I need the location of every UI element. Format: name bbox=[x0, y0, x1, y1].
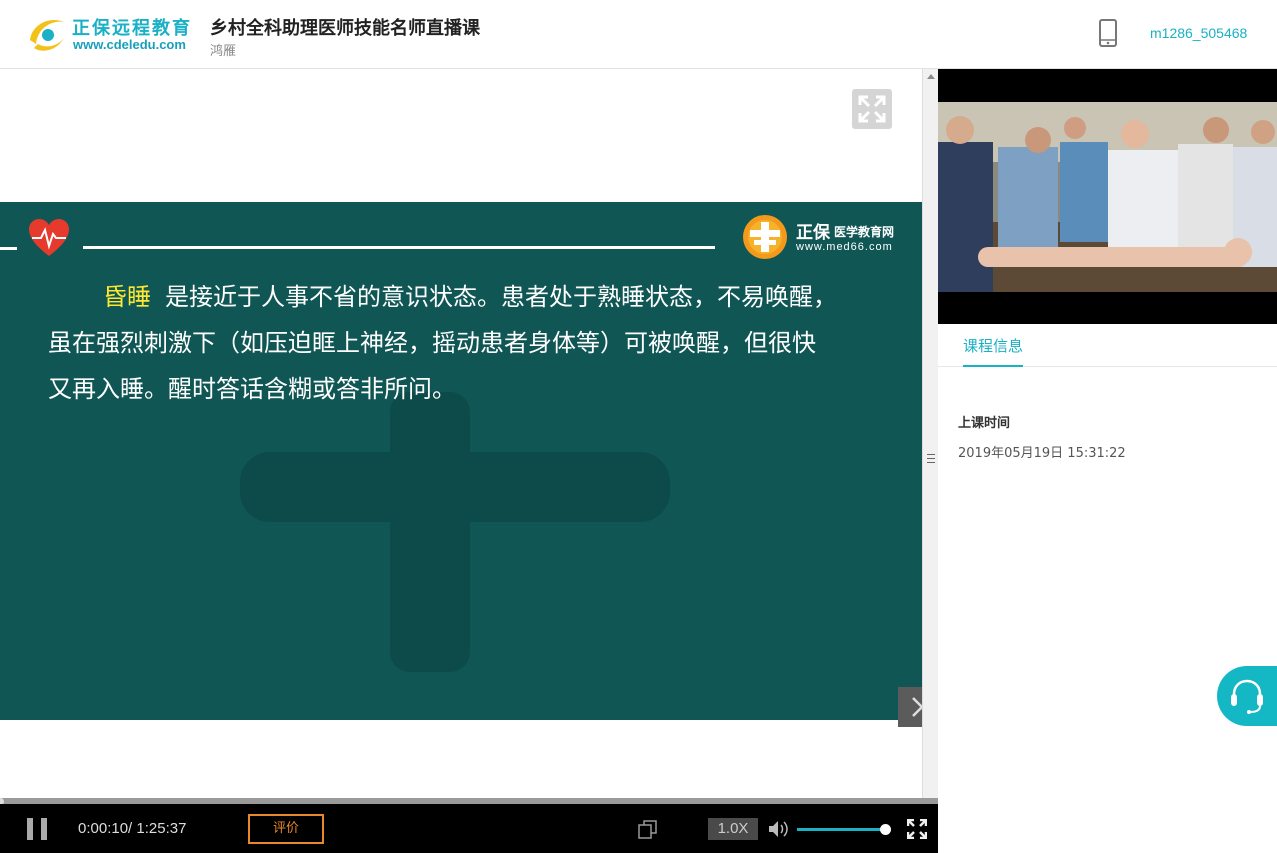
header: 正保远程教育 www.cdeledu.com 乡村全科助理医师技能名师直播课 鸿… bbox=[0, 0, 1277, 69]
video-frame bbox=[938, 102, 1277, 292]
logo-icon bbox=[30, 20, 64, 51]
slide-line-2: 虽在强烈刺激下（如压迫眶上神经，摇动患者身体等）可被唤醒，但很快 bbox=[48, 329, 816, 357]
slide-divider bbox=[0, 247, 17, 250]
heart-icon bbox=[29, 219, 69, 256]
pause-icon bbox=[27, 818, 33, 840]
speed-button[interactable]: 1.0X bbox=[708, 818, 758, 840]
tab-course-info[interactable]: 课程信息 bbox=[963, 335, 1024, 367]
app-window: 正保远程教育 www.cdeledu.com 乡村全科助理医师技能名师直播课 鸿… bbox=[0, 0, 1277, 853]
med66-logo: 正保 医学教育网 www.med66.com bbox=[742, 214, 914, 260]
volume-level bbox=[797, 828, 880, 831]
courseware-panel: 正保 医学教育网 www.med66.com 昏睡 是接近于人事不省的意识状态。患… bbox=[0, 69, 936, 799]
start-time-label: 上课时间 bbox=[958, 416, 1011, 431]
brand-logo[interactable]: 正保远程教育 www.cdeledu.com bbox=[26, 12, 196, 58]
expand-icon bbox=[858, 95, 886, 123]
scroll-up-arrow[interactable] bbox=[927, 74, 935, 79]
med66-brand-a: 正保 bbox=[796, 223, 830, 243]
med66-brand-b: 医学教育网 bbox=[834, 225, 895, 239]
med66-url: www.med66.com bbox=[796, 241, 893, 253]
current-time: 0:00:10/ bbox=[78, 820, 133, 837]
watermark-logo bbox=[240, 392, 670, 672]
total-time: 1:25:37 bbox=[136, 820, 187, 837]
rate-button[interactable]: 评价 bbox=[248, 814, 324, 844]
teacher-name: 鸿雁 bbox=[210, 44, 237, 59]
brand-url: www.cdeledu.com bbox=[73, 37, 186, 52]
med66-logo-icon bbox=[743, 215, 787, 259]
phone-icon[interactable] bbox=[1098, 19, 1118, 47]
slide-term: 昏睡 bbox=[103, 283, 151, 311]
side-panel: 课程信息 上课时间 2019年05月19日 15:31:22 bbox=[938, 69, 1277, 853]
fullscreen-icon[interactable] bbox=[907, 819, 927, 839]
volume-knob[interactable] bbox=[880, 824, 891, 835]
start-time-value: 2019年05月19日 15:31:22 bbox=[958, 446, 1126, 461]
pause-button[interactable] bbox=[27, 818, 49, 840]
slide-line-1: 是接近于人事不省的意识状态。患者处于熟睡状态，不易唤醒， bbox=[165, 283, 837, 311]
slide-text: 昏睡 是接近于人事不省的意识状态。患者处于熟睡状态，不易唤醒， 虽在强烈刺激下（如… bbox=[48, 274, 898, 412]
username-link[interactable]: m1286_505468 bbox=[1150, 25, 1247, 41]
pause-icon bbox=[41, 818, 47, 840]
scrollbar[interactable] bbox=[922, 69, 938, 799]
player-controls: 0:00:10/ 1:25:37 评价 1.0X bbox=[0, 804, 938, 853]
expand-slide-button[interactable] bbox=[852, 89, 892, 129]
course-title: 乡村全科助理医师技能名师直播课 bbox=[210, 18, 480, 39]
slide: 正保 医学教育网 www.med66.com 昏睡 是接近于人事不省的意识状态。患… bbox=[0, 202, 922, 720]
teacher-video[interactable] bbox=[938, 69, 1277, 324]
headset-icon bbox=[1231, 679, 1263, 714]
copy-icon[interactable] bbox=[638, 820, 658, 840]
customer-service-button[interactable] bbox=[1217, 666, 1277, 726]
playback-time: 0:00:10/ 1:25:37 bbox=[78, 820, 186, 837]
info-tabs: 课程信息 bbox=[938, 324, 1277, 367]
scroll-grip[interactable] bbox=[927, 454, 935, 463]
volume-icon[interactable] bbox=[767, 819, 791, 839]
slide-divider bbox=[83, 246, 715, 249]
slide-line-3: 又再入睡。醒时答话含糊或答非所问。 bbox=[48, 375, 456, 403]
volume-slider[interactable] bbox=[797, 828, 889, 831]
